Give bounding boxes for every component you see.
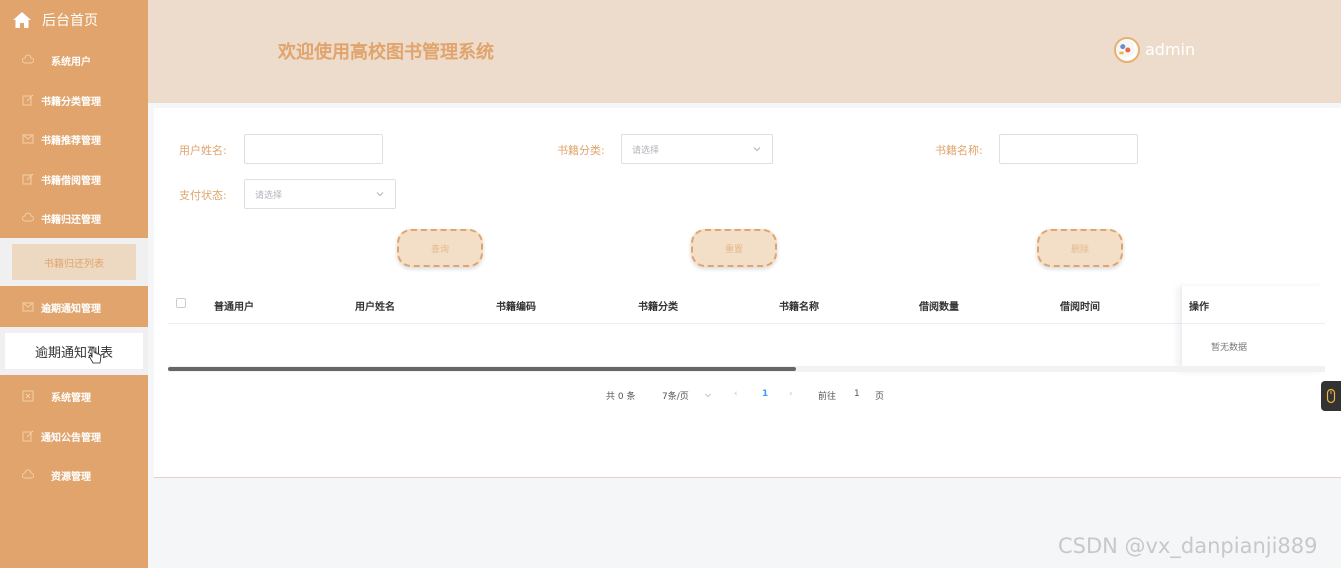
column-header[interactable]: 书籍分类 bbox=[638, 298, 678, 313]
hand-cursor-icon bbox=[88, 347, 102, 364]
column-header[interactable]: 普通用户 bbox=[214, 298, 254, 313]
delete-button[interactable]: 删除 bbox=[1037, 229, 1123, 267]
avatar-image-icon bbox=[1116, 39, 1135, 58]
page-number-current[interactable]: 1 bbox=[762, 389, 768, 399]
reset-button[interactable]: 重置 bbox=[691, 229, 777, 267]
goto-label: 前往 bbox=[818, 392, 837, 402]
delete-button-label: 删除 bbox=[1070, 244, 1089, 255]
chevron-down-icon[interactable] bbox=[704, 391, 712, 399]
table-header: 普通用户 用户姓名 书籍编码 书籍分类 书籍名称 借阅数量 借阅时间 bbox=[168, 286, 1325, 324]
column-header[interactable]: 借阅时间 bbox=[1060, 298, 1100, 313]
pay-status-select-placeholder: 请选择 bbox=[255, 190, 283, 201]
box-icon bbox=[22, 390, 34, 402]
mouse-icon bbox=[1326, 388, 1336, 404]
chevron-down-icon bbox=[753, 147, 761, 152]
pay-status-select[interactable]: 请选择 bbox=[244, 179, 396, 209]
sidebar-item-announcement[interactable]: 通知公告管理 bbox=[0, 418, 148, 454]
sidebar-sub-pill: 逾期通知列表 bbox=[5, 333, 143, 369]
avatar[interactable] bbox=[1114, 37, 1140, 63]
column-header-actions: 操作 bbox=[1189, 302, 1209, 313]
prev-page-icon[interactable]: ‹ bbox=[734, 389, 738, 399]
sidebar-item-label: 系统用户 bbox=[51, 56, 91, 68]
chevron-down-icon bbox=[376, 192, 384, 197]
watermark: CSDN @vx_danpianji889 bbox=[1058, 534, 1318, 558]
scrollbar-thumb[interactable] bbox=[168, 367, 796, 371]
empty-text: 暂无数据 bbox=[1211, 343, 1248, 353]
side-tool-tab[interactable] bbox=[1321, 381, 1341, 411]
column-header[interactable]: 用户姓名 bbox=[355, 298, 395, 313]
column-header[interactable]: 书籍名称 bbox=[779, 298, 819, 313]
sidebar-item-book-borrow[interactable]: 书籍借阅管理 bbox=[0, 161, 148, 197]
page-size-select[interactable]: 7条/页 bbox=[662, 389, 689, 402]
category-select[interactable]: 请选择 bbox=[621, 134, 773, 164]
header: 欢迎使用高校图书管理系统 admin bbox=[148, 0, 1341, 103]
sidebar: 后台首页 系统用户 书籍分类管理 书籍推荐管理 书籍借阅管理 书籍归还管理 书籍… bbox=[0, 0, 148, 568]
sidebar-item-resources[interactable]: 资源管理 bbox=[0, 457, 148, 493]
sidebar-sub-overdue-list[interactable]: 逾期通知列表 bbox=[0, 327, 148, 375]
category-select-placeholder: 请选择 bbox=[632, 145, 660, 156]
sidebar-sub-label: 书籍归还列表 bbox=[44, 258, 104, 270]
page-unit-label: 页 bbox=[875, 392, 885, 402]
sidebar-item-system-users[interactable]: 系统用户 bbox=[0, 42, 148, 78]
sidebar-sub-pill: 书籍归还列表 bbox=[12, 244, 136, 280]
sidebar-item-label: 书籍借阅管理 bbox=[41, 175, 101, 187]
cloud-icon bbox=[22, 212, 34, 224]
sidebar-item-overdue-notice[interactable]: 逾期通知管理 bbox=[0, 289, 148, 325]
site-title: 欢迎使用高校图书管理系统 bbox=[278, 42, 494, 63]
main-card: 用户姓名: 书籍分类: 请选择 书籍名称: 支付状态: 请选择 查询 重置 删除… bbox=[154, 108, 1341, 478]
reset-button-label: 重置 bbox=[724, 244, 743, 255]
user-name-input[interactable] bbox=[244, 134, 383, 164]
column-header[interactable]: 书籍编码 bbox=[496, 298, 536, 313]
sidebar-item-label: 通知公告管理 bbox=[41, 432, 101, 444]
sidebar-home[interactable]: 后台首页 bbox=[0, 0, 148, 40]
fixed-actions-column: 操作 bbox=[1181, 286, 1325, 372]
cloud-icon bbox=[22, 469, 34, 481]
sidebar-item-label: 资源管理 bbox=[51, 471, 91, 483]
sidebar-item-book-category[interactable]: 书籍分类管理 bbox=[0, 82, 148, 118]
sidebar-item-book-return[interactable]: 书籍归还管理 bbox=[0, 200, 148, 236]
edit-icon bbox=[22, 173, 34, 185]
sidebar-item-label: 书籍分类管理 bbox=[41, 96, 101, 108]
cloud-icon bbox=[22, 54, 34, 66]
username[interactable]: admin bbox=[1145, 40, 1195, 59]
sidebar-item-label: 逾期通知管理 bbox=[41, 303, 101, 315]
sidebar-item-label: 书籍归还管理 bbox=[41, 214, 101, 226]
sidebar-sub-return-list[interactable]: 书籍归还列表 bbox=[0, 238, 148, 286]
next-page-icon[interactable]: › bbox=[789, 389, 793, 399]
book-name-label: 书籍名称: bbox=[935, 144, 983, 157]
column-header[interactable]: 借阅数量 bbox=[919, 298, 959, 313]
sidebar-item-label: 书籍推荐管理 bbox=[41, 135, 101, 147]
sidebar-home-label: 后台首页 bbox=[42, 13, 98, 29]
goto-input[interactable]: 1 bbox=[854, 389, 860, 399]
pagination-total: 共 0 条 bbox=[606, 392, 636, 402]
sidebar-item-book-recommend[interactable]: 书籍推荐管理 bbox=[0, 121, 148, 157]
message-icon bbox=[22, 133, 34, 145]
user-name-label: 用户姓名: bbox=[179, 144, 227, 157]
select-all-checkbox[interactable] bbox=[176, 298, 186, 308]
message-icon bbox=[22, 301, 34, 313]
edit-icon bbox=[22, 430, 34, 442]
category-label: 书籍分类: bbox=[557, 144, 605, 157]
book-name-input[interactable] bbox=[999, 134, 1138, 164]
query-button[interactable]: 查询 bbox=[397, 229, 483, 267]
query-button-label: 查询 bbox=[430, 244, 449, 255]
sidebar-item-system-manage[interactable]: 系统管理 bbox=[0, 378, 148, 414]
sidebar-item-label: 系统管理 bbox=[51, 392, 91, 404]
pay-status-label: 支付状态: bbox=[179, 189, 227, 202]
home-icon bbox=[13, 12, 31, 28]
edit-icon bbox=[22, 94, 34, 106]
